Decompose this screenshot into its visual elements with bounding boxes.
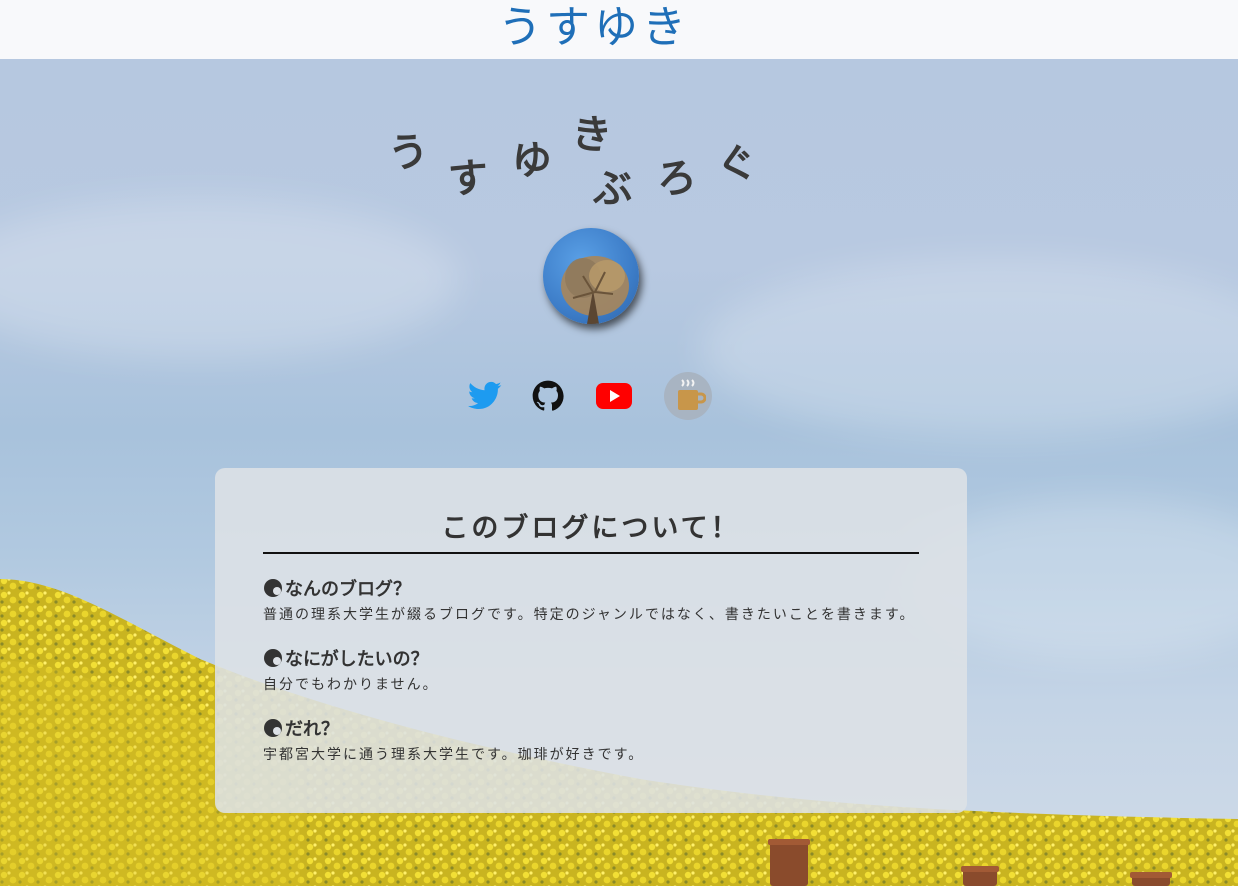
faq-item: なにがしたいの？ 自分でもわかりません。 <box>263 646 439 694</box>
faq-item: だれ？ 宇都宮大学に通う理系大学生です。珈琲が好きです。 <box>263 716 644 764</box>
about-title: このブログについて！ <box>441 513 741 544</box>
faq-question: なにがしたいの？ <box>263 646 439 670</box>
title-char: ゆ <box>510 136 554 186</box>
faq-question: だれ？ <box>263 716 644 740</box>
planter-pot <box>1130 872 1172 886</box>
planter-pot <box>768 839 810 886</box>
twitter-icon <box>468 381 502 410</box>
avatar <box>543 228 639 324</box>
github-icon <box>532 380 564 411</box>
circle-badge-icon <box>264 719 282 737</box>
coffee-icon <box>678 379 706 410</box>
circle-badge-icon <box>264 649 282 667</box>
divider <box>263 552 919 554</box>
site-header: うすゆき <box>0 0 1238 59</box>
circle-badge-icon <box>264 579 282 597</box>
title-char: ろ <box>653 153 700 205</box>
faq-question: なんのブログ？ <box>263 576 916 600</box>
github-link[interactable] <box>530 378 566 414</box>
coffee-link[interactable] <box>664 372 712 420</box>
faq-answer: 自分でもわかりません。 <box>263 677 439 693</box>
twitter-link[interactable] <box>467 378 503 414</box>
title-char: す <box>446 154 490 204</box>
planter-pot <box>961 866 999 886</box>
title-char: う <box>385 127 432 179</box>
faq-answer: 普通の理系大学生が綴るブログです。特定のジャンルではなく、書きたいことを書きます… <box>263 607 916 623</box>
faq-answer: 宇都宮大学に通う理系大学生です。珈琲が好きです。 <box>263 747 645 763</box>
title-char: ぶ <box>590 164 634 214</box>
youtube-icon <box>596 383 632 409</box>
youtube-link[interactable] <box>595 378 633 414</box>
faq-item: なんのブログ？ 普通の理系大学生が綴るブログです。特定のジャンルではなく、書きた… <box>263 576 916 624</box>
site-logo[interactable]: うすゆき <box>498 0 690 56</box>
title-char: き <box>569 110 614 160</box>
about-card: このブログについて！ なんのブログ？ 普通の理系大学生が綴るブログです。特定のジ… <box>215 468 967 813</box>
